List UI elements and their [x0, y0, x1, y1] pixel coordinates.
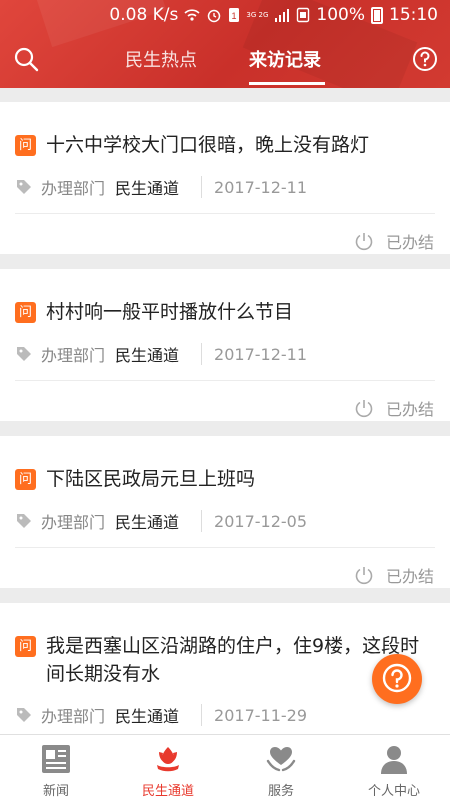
top-nav: 民生热点 来访记录 [0, 36, 450, 88]
dept-label: 办理部门 [41, 513, 106, 532]
question-badge: 问 [15, 636, 36, 657]
card-divider [15, 547, 435, 548]
card-divider [15, 213, 435, 214]
clock: 15:10 [389, 5, 438, 25]
nav-profile[interactable]: 个人中心 [338, 735, 450, 800]
nav-label: 民生通道 [141, 784, 194, 799]
question-badge: 问 [15, 302, 36, 323]
meta-divider [201, 343, 203, 365]
question-bubble-icon [382, 663, 412, 693]
record-status: 已办结 [354, 396, 434, 420]
record-title: 村村响一般平时播放什么节目 [46, 301, 294, 323]
dept-name: 民生通道 [115, 707, 180, 726]
power-icon [355, 400, 373, 418]
record-meta: 办理部门 民生通道 2017-12-11 [15, 175, 307, 199]
dept-name: 民生通道 [115, 179, 180, 198]
record-status: 已办结 [354, 563, 434, 587]
tab-hot-topics[interactable]: 民生热点 [125, 46, 197, 72]
meta-divider [201, 704, 203, 726]
heart-hands-icon [266, 747, 296, 772]
status-label: 已办结 [385, 400, 434, 419]
dept-label: 办理部门 [41, 707, 106, 726]
network-type: 3G 2G [246, 11, 269, 19]
record-title: 下陆区民政局元旦上班吗 [46, 468, 256, 490]
app-header: 0.08 K/s 1 3G 2G 100% 15:10 民生热点 来访记录 [0, 0, 450, 88]
tag-icon [17, 708, 31, 722]
tab-visit-records[interactable]: 来访记录 [249, 46, 321, 72]
question-badge: 问 [15, 135, 36, 156]
bottom-nav: 新闻 民生通道 服务 个人中心 [0, 734, 450, 800]
record-date: 2017-12-11 [214, 344, 308, 364]
question-badge: 问 [15, 469, 36, 490]
battery-level: 100% [316, 5, 365, 25]
tulip-icon [157, 747, 179, 772]
nav-news[interactable]: 新闻 [0, 735, 112, 800]
active-tab-indicator [249, 82, 325, 85]
record-status: 已办结 [354, 229, 434, 253]
power-icon [355, 233, 373, 251]
alarm-icon [208, 9, 221, 23]
dept-label: 办理部门 [41, 179, 106, 198]
record-date: 2017-12-05 [214, 511, 308, 531]
meta-divider [201, 510, 203, 532]
nav-label: 新闻 [42, 784, 69, 799]
nav-label: 服务 [267, 784, 294, 799]
power-icon [355, 567, 373, 585]
tag-icon [17, 514, 31, 528]
tag-icon [17, 347, 31, 361]
card-divider [15, 380, 435, 381]
signal-icon [275, 9, 290, 22]
network-speed: 0.08 K/s [109, 5, 179, 25]
help-icon[interactable] [412, 46, 438, 72]
nav-label: 个人中心 [367, 784, 420, 799]
wifi-icon [184, 9, 200, 21]
svg-text:1: 1 [232, 11, 237, 21]
record-card[interactable]: 问 下陆区民政局元旦上班吗 办理部门 民生通道 2017-12-05 已办结 [0, 436, 450, 588]
dept-name: 民生通道 [115, 513, 180, 532]
record-date: 2017-12-11 [214, 177, 308, 197]
record-card[interactable]: 问 十六中学校大门口很暗，晚上没有路灯 办理部门 民生通道 2017-12-11… [0, 102, 450, 254]
meta-divider [201, 176, 203, 198]
dept-label: 办理部门 [41, 346, 106, 365]
status-bar: 0.08 K/s 1 3G 2G 100% 15:10 [0, 0, 450, 30]
search-icon[interactable] [13, 46, 39, 72]
person-icon [381, 746, 407, 774]
news-icon [42, 745, 70, 773]
ask-question-button[interactable] [372, 654, 422, 704]
record-meta: 办理部门 民生通道 2017-12-11 [15, 342, 307, 366]
nav-livelihood[interactable]: 民生通道 [112, 735, 224, 800]
record-title: 十六中学校大门口很暗，晚上没有路灯 [46, 134, 370, 156]
tag-icon [17, 180, 31, 194]
status-label: 已办结 [385, 567, 434, 586]
record-meta: 办理部门 民生通道 2017-12-05 [15, 509, 307, 533]
record-meta: 办理部门 民生通道 2017-11-29 [15, 703, 307, 727]
battery-icon [371, 6, 383, 24]
dept-name: 民生通道 [115, 346, 180, 365]
nav-service[interactable]: 服务 [225, 735, 337, 800]
record-card[interactable]: 问 村村响一般平时播放什么节目 办理部门 民生通道 2017-12-11 已办结 [0, 269, 450, 421]
sim-icon: 1 [229, 8, 240, 22]
sim2-icon [297, 7, 310, 23]
record-list: 问 十六中学校大门口很暗，晚上没有路灯 办理部门 民生通道 2017-12-11… [0, 88, 450, 734]
status-label: 已办结 [385, 233, 434, 252]
record-date: 2017-11-29 [214, 705, 308, 725]
